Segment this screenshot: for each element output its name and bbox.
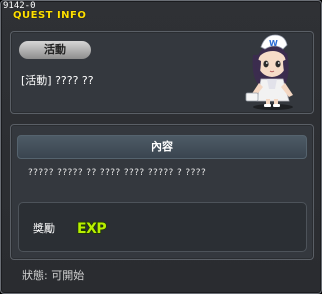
exp-icon: EXP <box>76 220 107 238</box>
quest-content-panel: 內容 ????? ????? ?? ???? ???? ????? ? ????… <box>10 124 314 260</box>
reward-label: 獎勵 <box>33 222 55 235</box>
svg-text:W: W <box>269 39 278 48</box>
category-badge: 活動 <box>19 41 91 59</box>
reward-box: 獎勵 EXP <box>18 202 307 252</box>
quest-info-window: 9142-0 QUEST INFO 活動 [活動] ???? ?? W 內容 ?… <box>0 0 322 294</box>
content-header: 內容 <box>17 135 307 159</box>
quest-summary-panel: 活動 [活動] ???? ?? W <box>10 31 314 114</box>
npc-nurse-portrait: W <box>245 34 293 110</box>
quest-status: 狀態: 可開始 <box>22 269 85 282</box>
exp-icon-text: EXP <box>77 221 106 237</box>
quest-name: [活動] ???? ?? <box>21 74 94 87</box>
window-title: QUEST INFO <box>13 10 87 21</box>
quest-description: ????? ????? ?? ???? ???? ????? ? ???? <box>28 168 207 178</box>
